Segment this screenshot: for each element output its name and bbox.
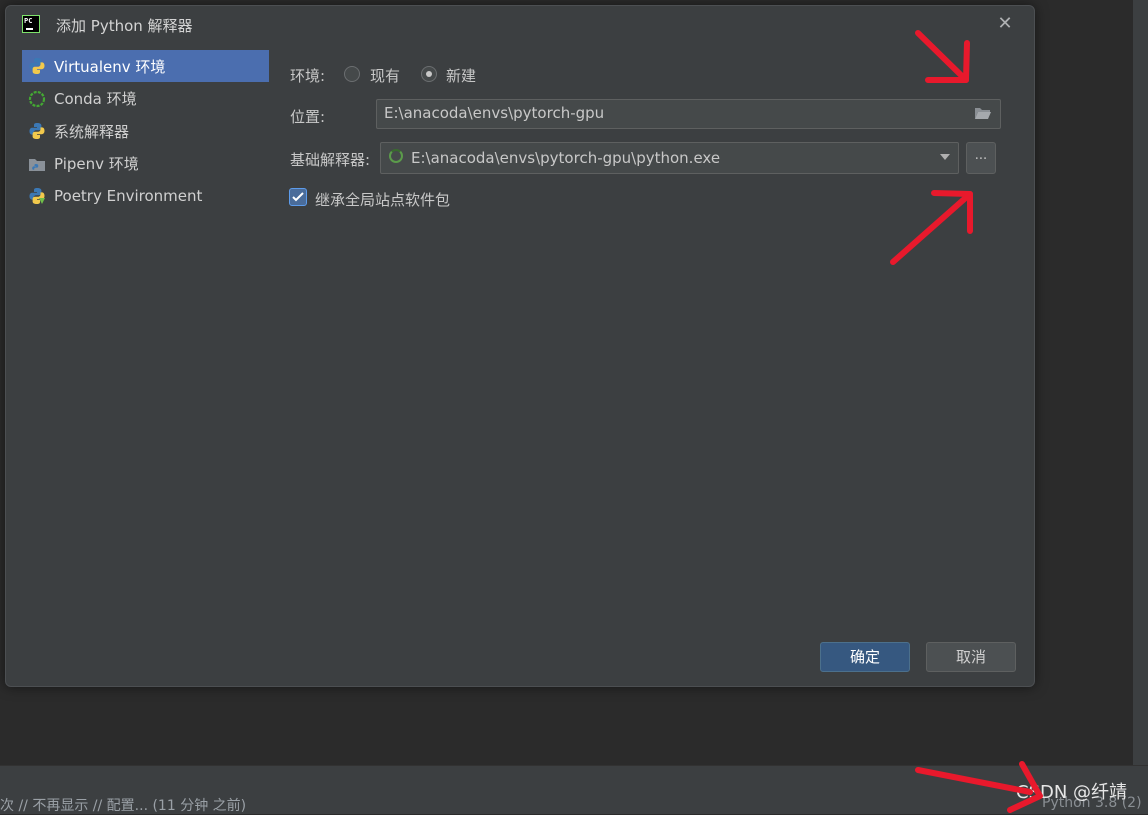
location-label: 位置:: [290, 108, 326, 126]
sidebar-item-label: Conda 环境: [54, 90, 137, 109]
inherit-site-packages-checkbox[interactable]: [289, 188, 307, 206]
inherit-site-packages-label: 继承全局站点软件包: [315, 191, 451, 209]
base-interpreter-combo[interactable]: E:\anacoda\envs\pytorch-gpu\python.exe: [380, 142, 959, 174]
cancel-button[interactable]: 取消: [926, 642, 1016, 672]
checkmark-icon: [292, 192, 304, 202]
dialog-title: 添加 Python 解释器: [56, 17, 193, 35]
csdn-watermark: CSDN @纤靖: [1016, 782, 1128, 803]
sidebar-item-pipenv[interactable]: Pipenv 环境: [22, 148, 269, 180]
radio-new-label: 新建: [446, 67, 477, 85]
interpreter-type-list: Virtualenv 环境 Conda 环境 系统解释器 Pipenv 环境 P…: [22, 50, 269, 213]
loading-spinner-icon: [389, 149, 403, 163]
sidebar-item-poetry[interactable]: Poetry Environment: [22, 180, 269, 212]
base-interpreter-value: E:\anacoda\envs\pytorch-gpu\python.exe: [411, 149, 721, 167]
sidebar-item-label: Pipenv 环境: [54, 155, 139, 174]
radio-existing[interactable]: [344, 66, 360, 82]
location-value: E:\anacoda\envs\pytorch-gpu: [384, 104, 605, 122]
base-interpreter-label: 基础解释器:: [290, 151, 371, 169]
sidebar-item-label: Virtualenv 环境: [54, 57, 166, 76]
right-tool-strip: [1133, 0, 1148, 765]
pipenv-icon: [28, 155, 46, 173]
chevron-down-icon[interactable]: [940, 154, 950, 160]
sidebar-item-virtualenv[interactable]: Virtualenv 环境: [22, 50, 269, 82]
location-field[interactable]: E:\anacoda\envs\pytorch-gpu: [376, 99, 1001, 129]
add-interpreter-dialog: PC 添加 Python 解释器 ✕ Virtualenv 环境 Conda 环…: [5, 5, 1035, 687]
sidebar-item-conda[interactable]: Conda 环境: [22, 83, 269, 115]
radio-existing-label: 现有: [370, 67, 401, 85]
dialog-title-bar: PC 添加 Python 解释器 ✕: [6, 6, 1034, 42]
sidebar-item-label: 系统解释器: [54, 122, 130, 141]
folder-icon[interactable]: [974, 106, 992, 120]
radio-new[interactable]: [421, 66, 437, 82]
browse-interpreter-button[interactable]: ...: [966, 142, 996, 174]
poetry-icon: [28, 187, 46, 205]
pycharm-logo-icon: PC: [22, 15, 40, 33]
ok-button[interactable]: 确定: [820, 642, 910, 672]
close-icon[interactable]: ✕: [994, 13, 1016, 35]
python-icon: [28, 57, 46, 75]
python-icon: [28, 122, 46, 140]
conda-icon: [28, 90, 46, 108]
status-message[interactable]: 次 // 不再显示 // 配置... (11 分钟 之前): [0, 795, 246, 815]
sidebar-item-system[interactable]: 系统解释器: [22, 115, 269, 147]
env-label: 环境:: [290, 67, 326, 85]
sidebar-item-label: Poetry Environment: [54, 187, 203, 206]
